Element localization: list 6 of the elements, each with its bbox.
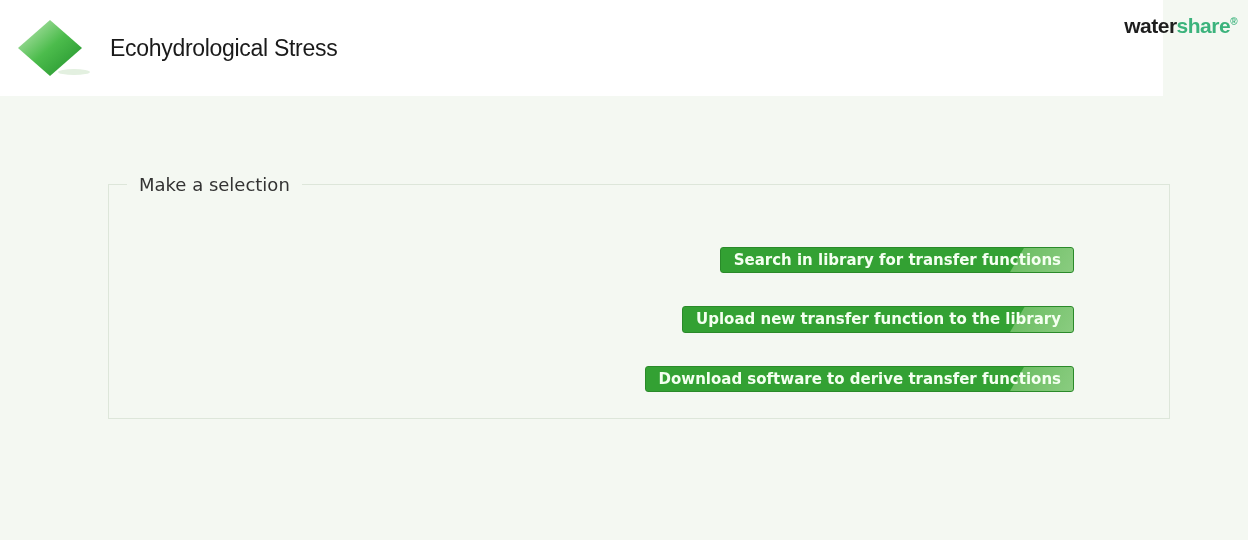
app-title: Ecohydrological Stress: [110, 34, 338, 62]
action-button[interactable]: Search in library for transfer functions: [719, 247, 1074, 274]
action-button[interactable]: Download software to derive transfer functions: [644, 365, 1074, 392]
brand-logo: watershare$^{®}$: [1124, 14, 1237, 38]
panel-legend: Make a selection: [127, 174, 302, 195]
action-button[interactable]: Upload new transfer function to the library: [682, 306, 1074, 333]
